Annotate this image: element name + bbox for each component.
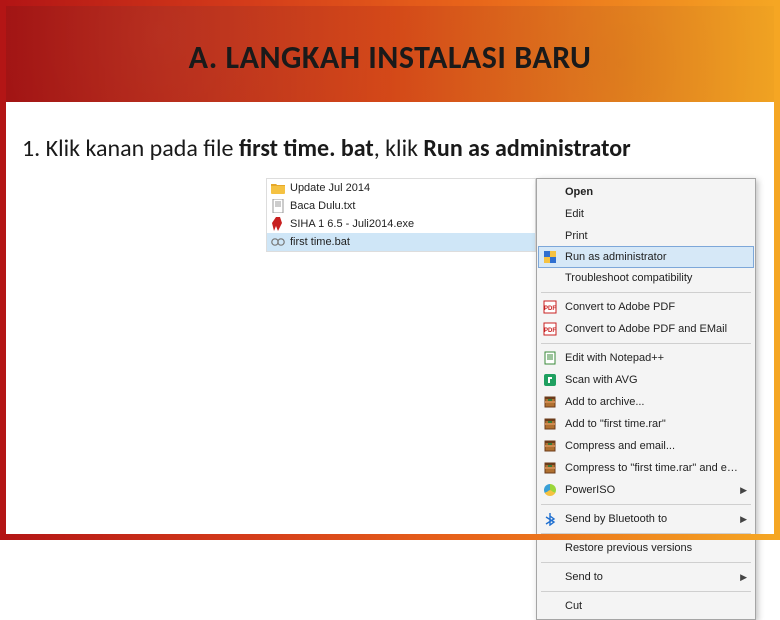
menu-separator [541,533,751,534]
menu-separator [541,292,751,293]
slide-title: A. LANGKAH INSTALASI BARU [0,38,780,77]
menu-item-label: Add to archive... [565,396,747,408]
instruction-prefix: 1. Klik kanan pada file [22,134,239,163]
archive-icon [541,416,559,432]
menu-item[interactable]: Send to ▶ [539,566,753,588]
archive-icon [541,460,559,476]
instruction-bold-action: Run as administrator [423,134,630,163]
pdf-icon: PDF [541,299,559,315]
text-file-icon [271,199,285,213]
menu-item[interactable]: Print [539,225,753,247]
menu-item[interactable]: Edit [539,203,753,225]
file-row[interactable]: SIHA 1 6.5 - Juli2014.exe [267,215,535,233]
menu-item[interactable]: Send by Bluetooth to ▶ [539,508,753,530]
menu-item-label: Edit [565,208,747,220]
menu-item-label: PowerISO [565,484,734,496]
instruction-text: 1. Klik kanan pada file first time. bat,… [22,134,758,164]
file-name: first time.bat [290,236,350,248]
batch-file-icon [271,235,285,249]
explorer-screenshot: Update Jul 2014 Baca Dulu.txt SIHA 1 6.5 -… [266,178,766,252]
instruction-mid: , klik [374,134,424,163]
notepad-icon [541,350,559,366]
menu-item-label: Cut [565,600,747,612]
file-row[interactable]: Baca Dulu.txt [267,197,535,215]
shield-icon [541,249,559,265]
menu-separator [541,591,751,592]
instruction-bold-filename: first time. bat [239,134,374,163]
menu-item-label: Restore previous versions [565,542,747,554]
file-row[interactable]: first time.bat [267,233,535,251]
menu-item-label: Run as administrator [565,251,747,263]
menu-item-label: Compress and email... [565,440,747,452]
menu-item-label: Print [565,230,747,242]
menu-separator [541,562,751,563]
menu-item[interactable]: Restore previous versions [539,537,753,559]
ribbon-icon [271,217,285,231]
menu-item[interactable]: PowerISO ▶ [539,479,753,501]
menu-item-label: Send by Bluetooth to [565,513,734,525]
menu-item-label: Troubleshoot compatibility [565,272,747,284]
menu-item-label: Convert to Adobe PDF and EMail [565,323,747,335]
menu-item[interactable]: Troubleshoot compatibility [539,267,753,289]
file-name: Baca Dulu.txt [290,200,355,212]
svg-text:PDF: PDF [544,306,556,312]
menu-item[interactable]: PDF Convert to Adobe PDF and EMail [539,318,753,340]
file-row[interactable]: Update Jul 2014 [267,179,535,197]
menu-item[interactable]: PDF Convert to Adobe PDF [539,296,753,318]
menu-separator [541,343,751,344]
menu-item-label: Add to "first time.rar" [565,418,747,430]
menu-item[interactable]: Cut [539,595,753,617]
poweriso-icon [541,482,559,498]
avg-icon [541,372,559,388]
menu-separator [541,504,751,505]
menu-item-label: Convert to Adobe PDF [565,301,747,313]
menu-item-label: Compress to "first time.rar" and email [565,462,747,474]
submenu-arrow-icon: ▶ [740,572,747,583]
menu-item[interactable]: Edit with Notepad++ [539,347,753,369]
menu-item[interactable]: Compress to "first time.rar" and email [539,457,753,479]
menu-item-label: Send to [565,571,734,583]
svg-text:PDF: PDF [544,328,556,334]
file-name: Update Jul 2014 [290,182,370,194]
menu-item-label: Scan with AVG [565,374,747,386]
bluetooth-icon [541,511,559,527]
context-menu: Open Edit Print Run as administrator Trouble… [536,178,756,620]
submenu-arrow-icon: ▶ [740,485,747,496]
menu-item[interactable]: Add to "first time.rar" [539,413,753,435]
folder-icon [271,181,285,195]
menu-item[interactable]: Add to archive... [539,391,753,413]
menu-item[interactable]: Compress and email... [539,435,753,457]
file-name: SIHA 1 6.5 - Juli2014.exe [290,218,414,230]
menu-item-label: Open [565,186,747,198]
menu-item[interactable]: Open [539,181,753,203]
archive-icon [541,394,559,410]
pdf-icon: PDF [541,321,559,337]
menu-item-label: Edit with Notepad++ [565,352,747,364]
menu-item[interactable]: Scan with AVG [539,369,753,391]
archive-icon [541,438,559,454]
menu-item[interactable]: Run as administrator [538,246,754,268]
submenu-arrow-icon: ▶ [740,514,747,525]
file-list: Update Jul 2014 Baca Dulu.txt SIHA 1 6.5 -… [266,178,536,252]
